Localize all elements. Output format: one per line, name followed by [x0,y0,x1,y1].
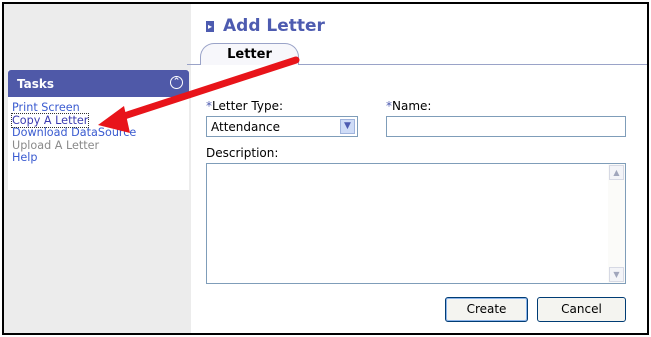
annotation-arrow [98,56,300,133]
